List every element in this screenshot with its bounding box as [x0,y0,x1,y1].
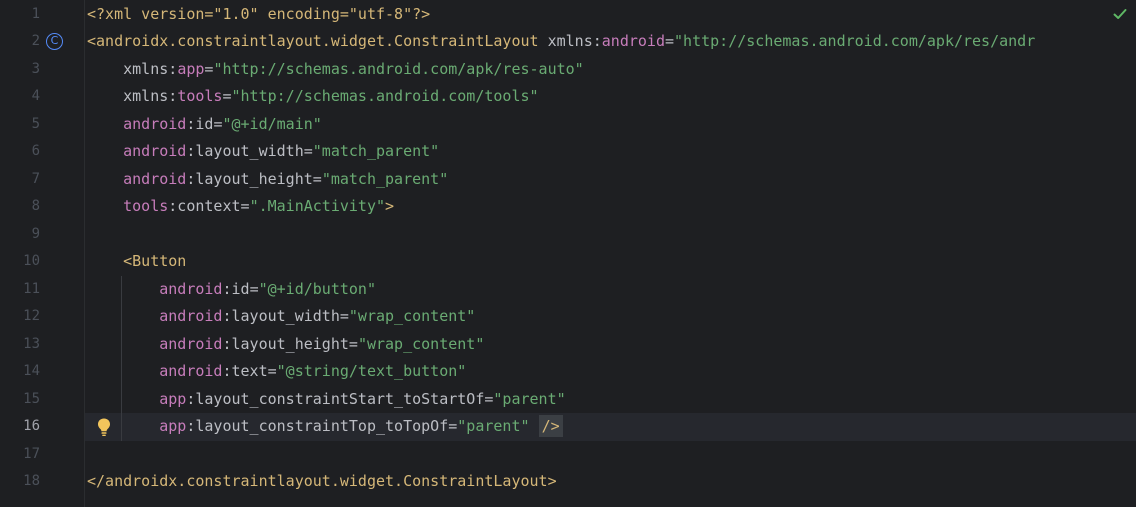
code-token-ns: android [87,114,187,133]
code-token-attr: :layout_constraintTop_toTopOf [186,417,449,435]
code-token-attr: xmlns: [87,59,178,78]
code-line[interactable]: xmlns:app="http://schemas.android.com/ap… [87,56,584,84]
code-token-punct [530,417,539,435]
code-token-attr: :text [222,362,268,380]
code-token-attr: :layout_constraintStart_toStartOf [186,389,485,408]
code-token-str: "http://schemas.android.com/apk/res-auto… [213,59,584,78]
code-token-punct: = [312,169,322,188]
line-number[interactable]: 14 [0,358,40,386]
line-number[interactable]: 4 [0,83,40,111]
line-number[interactable]: 5 [0,111,40,139]
code-token-attr: :layout_width [222,307,340,325]
gutter-divider [84,0,85,507]
line-number[interactable]: 13 [0,331,40,359]
code-token-ns: app [87,417,187,435]
code-token-attr: :id [186,114,214,133]
code-token-str: "match_parent" [312,142,440,160]
code-token-decl: <?xml version="1.0" encoding="utf-8"?> [87,4,431,23]
code-editor[interactable]: 1 2 3 4 5 6 7 8 9 10 11 12 13 14 15 16 17 18 C <?xml vers… [0,0,1136,507]
editor-gutter: 1 2 3 4 5 6 7 8 9 10 11 12 13 14 15 16 17 18 [0,0,84,507]
code-token-attr: xmlns: [87,87,178,105]
code-token-punct: = [222,87,232,105]
code-token-attr: xmlns: [538,32,602,50]
code-token-tag: > [385,197,395,215]
code-token-str: ".MainActivity" [249,197,386,215]
code-line[interactable]: <?xml version="1.0" encoding="utf-8"?> [87,1,430,29]
code-token-ns: app [87,389,187,408]
code-token-ns: android [87,334,223,353]
code-line[interactable]: android:layout_width="match_parent" [87,138,439,166]
code-token-str: "@+id/button" [258,279,376,298]
code-token-ns: android [87,362,223,380]
code-token-punct: = [448,417,458,435]
line-number[interactable]: 8 [0,193,40,221]
code-token-attr: :id [222,279,250,298]
code-token-ns: tools [177,87,223,105]
line-number[interactable]: 3 [0,56,40,84]
code-token-punct: = [348,334,358,353]
line-number[interactable]: 1 [0,1,40,29]
code-token-punct: = [339,307,349,325]
line-number[interactable]: 2 [0,28,40,56]
line-number[interactable]: 12 [0,303,40,331]
code-line[interactable]: tools:context=".MainActivity"> [87,193,394,221]
code-line[interactable]: android:layout_height="wrap_content" [87,331,484,359]
code-token-ns: android [87,307,223,325]
code-token-str: "@string/text_button" [276,362,467,380]
code-line[interactable]: <Button [87,248,186,276]
line-number[interactable]: 9 [0,221,40,249]
code-token-attr: :layout_width [186,142,304,160]
code-line[interactable]: android:text="@string/text_button" [87,358,466,386]
line-number[interactable]: 16 [0,413,40,441]
line-number[interactable]: 17 [0,441,40,469]
code-token-tag: <Button [87,252,187,270]
code-token-str: "http://schemas.android.com/tools" [231,87,539,105]
code-line[interactable]: android:id="@+id/button" [87,276,376,304]
code-line[interactable]: <androidx.constraintlayout.widget.Constr… [87,28,1035,56]
code-token-str: "parent" [457,417,530,435]
code-line[interactable]: app:layout_constraintTop_toTopOf="parent… [87,413,563,441]
line-number[interactable]: 15 [0,386,40,414]
line-number[interactable]: 11 [0,276,40,304]
code-token-selfclose: /> [538,415,563,437]
code-token-str: "wrap_content" [357,334,485,353]
code-token-ns: android [87,279,223,298]
code-token-ns: tools [87,197,169,215]
code-token-ns: app [177,59,205,78]
code-token-attr: :context [168,197,241,215]
code-token-punct: = [249,279,259,298]
checkmark-icon[interactable] [1112,6,1128,22]
code-token-tag: </androidx.constraintlayout.widget.Const… [87,472,557,490]
code-token-attr: :layout_height [222,334,349,353]
code-token-punct: = [664,32,675,50]
line-number[interactable]: 7 [0,166,40,194]
code-token-str: "@+id/main" [222,114,322,133]
code-line[interactable]: app:layout_constraintStart_toStartOf="pa… [87,386,566,414]
code-token-punct: = [267,362,277,380]
code-line[interactable]: android:id="@+id/main" [87,111,322,139]
code-token-ns: android [87,169,187,188]
line-number[interactable]: 10 [0,248,40,276]
line-number[interactable]: 6 [0,138,40,166]
code-token-ns: android [87,142,187,160]
code-token-str: "http://schemas.android.com/apk/res/andr [674,32,1036,50]
code-token-attr: :layout_height [186,169,313,188]
class-c-icon[interactable]: C [46,33,63,50]
code-token-ns: android [601,32,665,50]
code-line[interactable]: android:layout_height="match_parent" [87,166,448,194]
code-line[interactable]: </androidx.constraintlayout.widget.Const… [87,468,557,496]
code-token-str: "wrap_content" [348,307,476,325]
line-number[interactable]: 18 [0,468,40,496]
code-token-tag: <androidx.constraintlayout.widget.Constr… [87,32,539,50]
code-line[interactable]: android:layout_width="wrap_content" [87,303,475,331]
code-token-str: "match_parent" [321,169,449,188]
code-token-str: "parent" [493,389,566,408]
code-line[interactable]: xmlns:tools="http://schemas.android.com/… [87,83,539,111]
code-token-punct: = [303,142,313,160]
code-token-punct: = [240,197,250,215]
